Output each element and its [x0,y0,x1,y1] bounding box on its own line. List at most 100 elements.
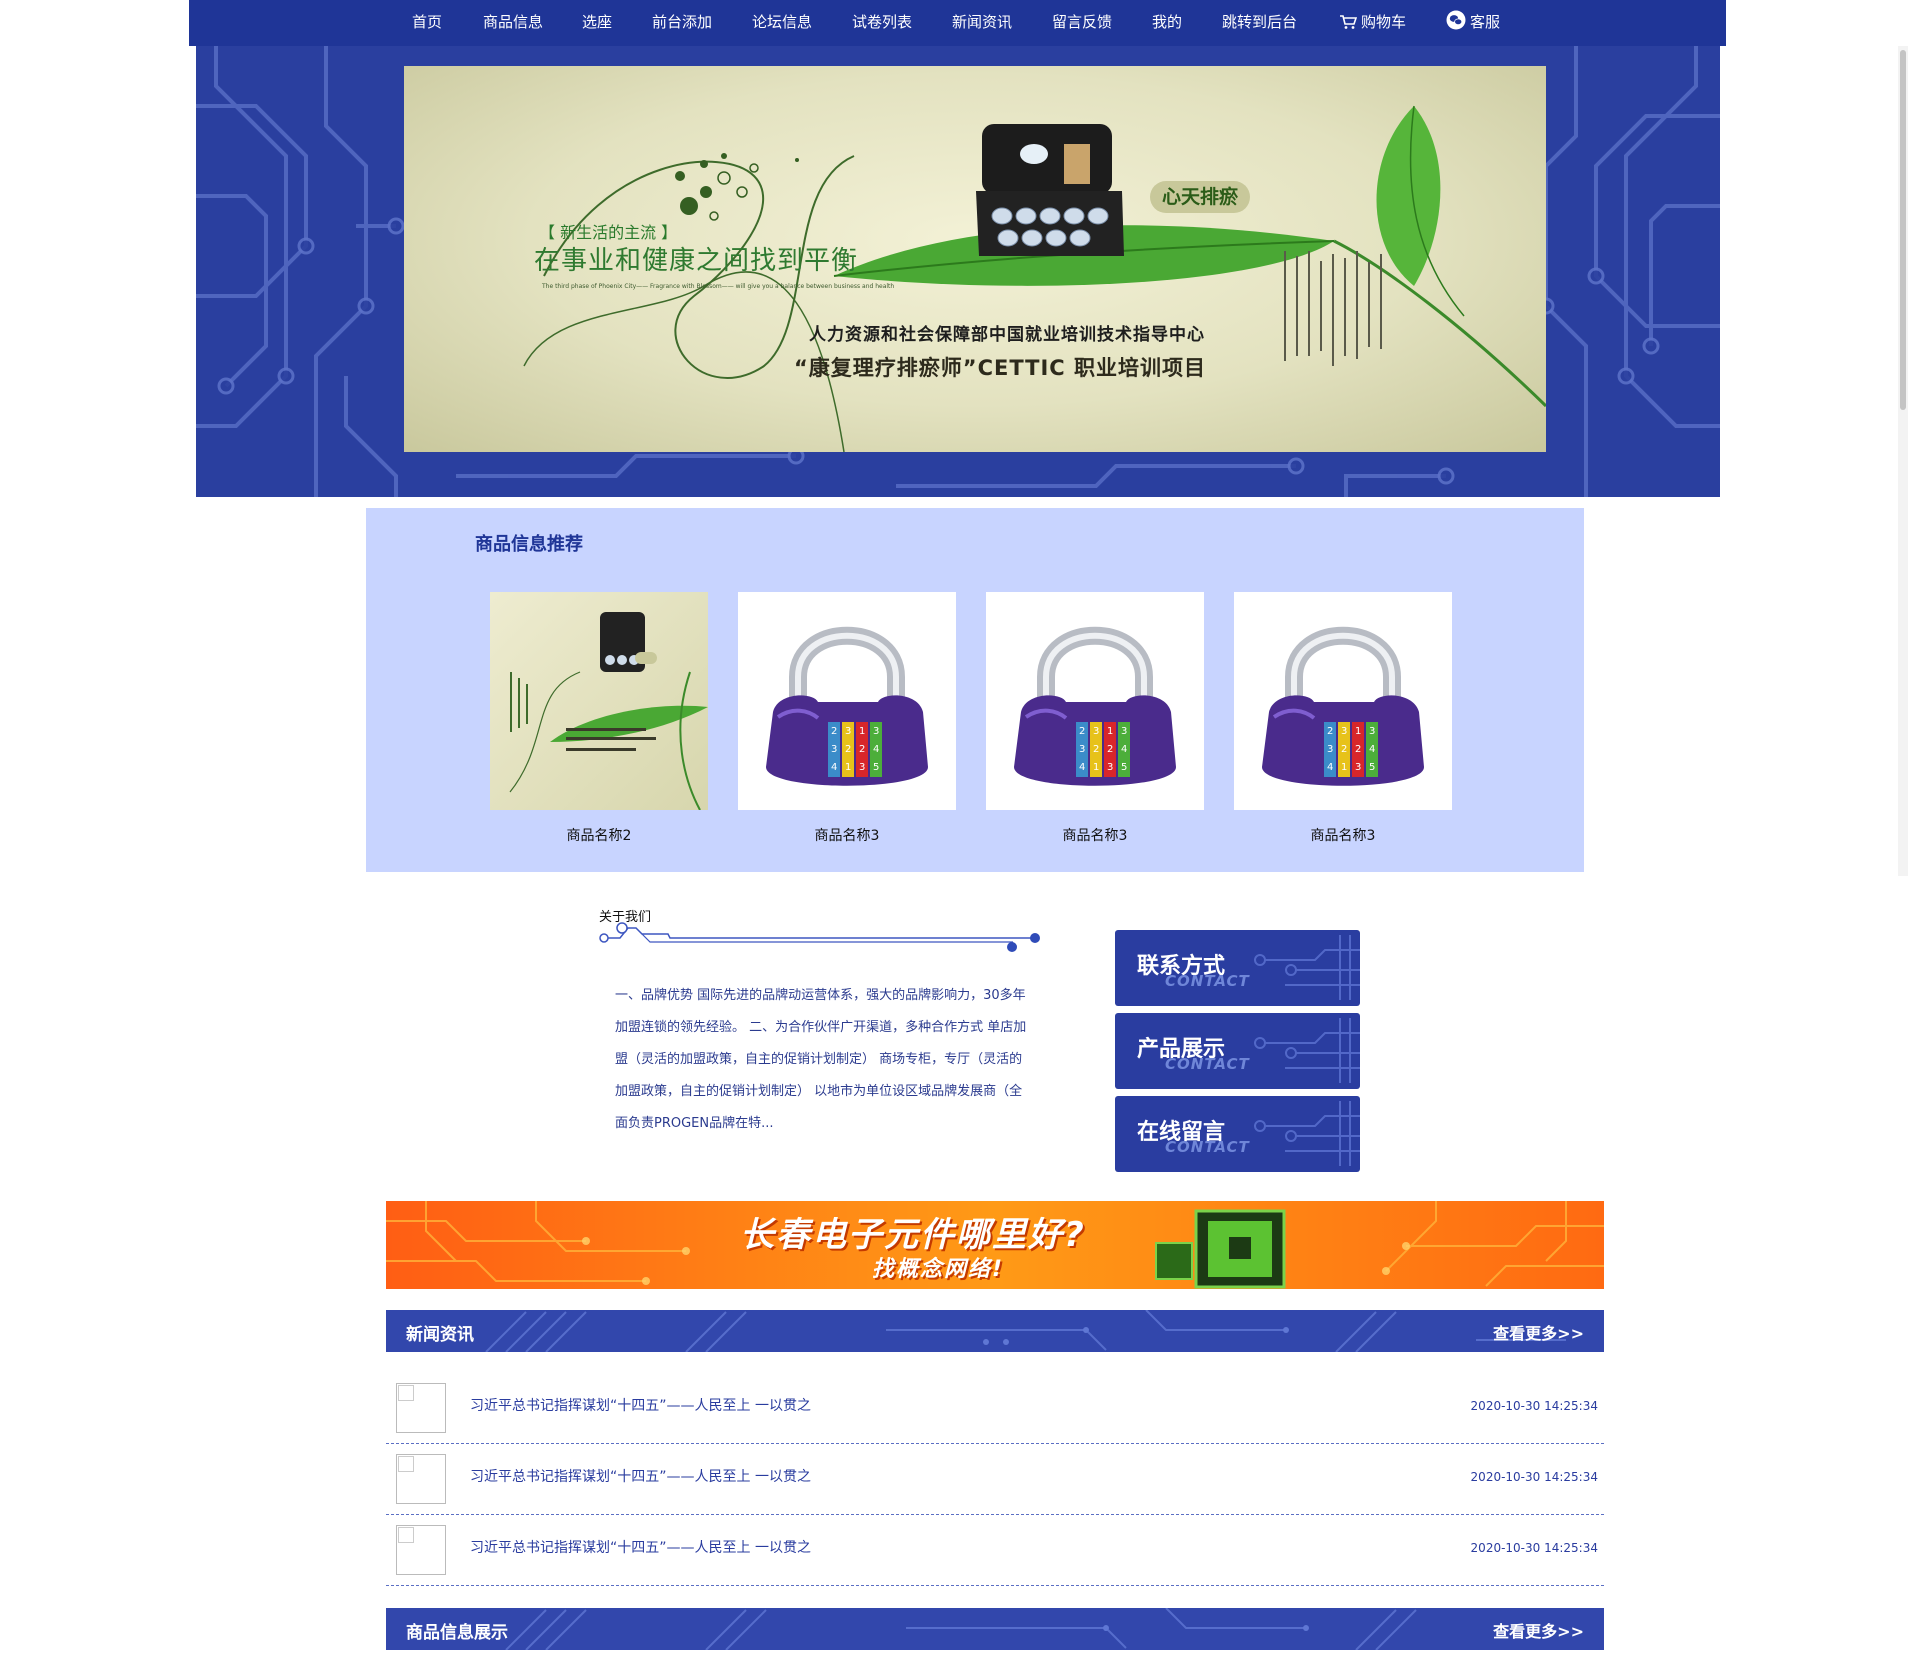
news-thumbnail[interactable] [396,1454,446,1504]
nav-item-admin[interactable]: 跳转到后台 [1222,0,1297,46]
online-message-button[interactable]: 在线留言 CONTACT [1115,1096,1360,1172]
banner-line-1: 人力资源和社会保障部中国就业培训技术指导中心 [809,325,1205,345]
page-scrollbar[interactable] [1898,46,1908,876]
svg-text:1: 1 [1341,762,1347,773]
svg-text:2: 2 [1327,726,1333,737]
svg-text:2: 2 [859,744,865,755]
nav-item-products[interactable]: 商品信息 [483,0,543,46]
contact-button[interactable]: 联系方式 CONTACT [1115,930,1360,1006]
svg-text:2: 2 [1355,744,1361,755]
news-title[interactable]: 习近平总书记指挥谋划“十四五”——人民至上 一以贯之 [470,1537,811,1557]
svg-text:2: 2 [1093,744,1099,755]
svg-text:3: 3 [873,726,879,737]
product-showcase-button[interactable]: 产品展示 CONTACT [1115,1013,1360,1089]
news-title[interactable]: 习近平总书记指挥谋划“十四五”——人民至上 一以贯之 [470,1395,811,1415]
product-image[interactable]: 2313 3224 4135 [986,592,1204,810]
svg-text:4: 4 [1079,762,1085,773]
ad-banner[interactable]: 长春电子元件哪里好? 找概念网络! [386,1201,1604,1289]
hero-banner: 【 新生活的主流 】 在事业和健康之间找到平衡 The third phase … [196,46,1720,497]
nav-item-frontend-add[interactable]: 前台添加 [652,0,712,46]
combination-lock-image: 2313 3224 4135 [766,626,928,786]
ad-headline: 长春电子元件哪里好? [740,1215,1086,1255]
combination-lock-image: 2313 3224 4135 [1262,626,1424,786]
about-text: 一、品牌优势 国际先进的品牌动运营体系，强大的品牌影响力，30多年加盟连锁的领先… [615,988,1027,1131]
svg-text:3: 3 [1079,744,1085,755]
banner-brand: 心天排瘀 [1150,181,1250,213]
product-image[interactable]: 2313 3224 4135 [738,592,956,810]
svg-text:2: 2 [1341,744,1347,755]
products-more-link[interactable]: 查看更多>> [1493,1618,1584,1642]
nav-item-exam-list[interactable]: 试卷列表 [852,0,912,46]
banner-image: 【 新生活的主流 】 在事业和健康之间找到平衡 The third phase … [404,66,1546,452]
banner-product-image [509,612,708,810]
nav-service-label: 客服 [1470,13,1501,31]
svg-text:5: 5 [1121,762,1127,773]
side-button-sublabel: CONTACT [1165,972,1250,990]
scrollbar-thumb[interactable] [1900,50,1906,410]
side-button-sublabel: CONTACT [1165,1138,1250,1156]
svg-text:1: 1 [1355,726,1361,737]
banner-line-2: “康复理疗排瘀师”CETTIC 职业培训项目 [794,356,1207,380]
news-row[interactable]: 习近平总书记指挥谋划“十四五”——人民至上 一以贯之 2020-10-30 14… [386,1444,1604,1515]
product-card[interactable]: 2313 3224 4135 商品名称3 [1234,592,1452,845]
product-name[interactable]: 商品名称2 [490,825,708,845]
recommend-title: 商品信息推荐 [475,534,583,555]
svg-text:3: 3 [1355,762,1361,773]
top-nav: 首页 商品信息 选座 前台添加 论坛信息 试卷列表 新闻资讯 留言反馈 我的 跳… [189,0,1726,46]
news-thumbnail[interactable] [396,1383,446,1433]
banner-slogan: 在事业和健康之间找到平衡 [534,246,859,276]
wechat-icon [1446,10,1466,30]
svg-text:4: 4 [1369,744,1375,755]
svg-text:3: 3 [1107,762,1113,773]
chip-icon [1155,1209,1286,1289]
svg-text:3: 3 [859,762,865,773]
news-thumbnail[interactable] [396,1525,446,1575]
news-date: 2020-10-30 14:25:34 [1470,1399,1598,1413]
svg-text:2: 2 [831,726,837,737]
nav-item-feedback[interactable]: 留言反馈 [1052,0,1112,46]
product-card[interactable]: 2313 3224 4135 商品名称3 [738,592,956,845]
product-card[interactable]: 2313 3224 4135 商品名称3 [986,592,1204,845]
nav-item-home[interactable]: 首页 [412,0,442,46]
news-section-title: 新闻资讯 [406,1325,474,1345]
svg-text:3: 3 [831,744,837,755]
nav-item-seat-selection[interactable]: 选座 [582,0,612,46]
svg-text:3: 3 [1327,744,1333,755]
circuit-pattern [505,1608,1417,1650]
nav-item-mine[interactable]: 我的 [1152,0,1182,46]
combination-lock-image: 2313 3224 4135 [1014,626,1176,786]
svg-text:1: 1 [859,726,865,737]
banner-caption: The third phase of Phoenix City—— Fragra… [542,283,895,290]
svg-text:4: 4 [1121,744,1127,755]
svg-text:4: 4 [873,744,879,755]
product-name[interactable]: 商品名称3 [1234,825,1452,845]
circuit-pattern [485,1310,1566,1352]
products-section-title: 商品信息展示 [406,1623,508,1643]
svg-text:2: 2 [845,744,851,755]
svg-text:3: 3 [1369,726,1375,737]
product-card[interactable]: 商品名称2 [490,592,708,845]
news-date: 2020-10-30 14:25:34 [1470,1470,1598,1484]
nav-item-service[interactable]: 客服 [1446,0,1500,46]
svg-text:2: 2 [1079,726,1085,737]
product-image[interactable] [490,592,708,810]
nav-item-forum[interactable]: 论坛信息 [752,0,812,46]
news-more-link[interactable]: 查看更多>> [1493,1320,1584,1344]
news-header: 新闻资讯 查看更多>> [386,1310,1604,1352]
svg-text:1: 1 [845,762,851,773]
product-image[interactable]: 2313 3224 4135 [1234,592,1452,810]
svg-text:2: 2 [1107,744,1113,755]
product-name[interactable]: 商品名称3 [986,825,1204,845]
news-row[interactable]: 习近平总书记指挥谋划“十四五”——人民至上 一以贯之 2020-10-30 14… [386,1373,1604,1444]
news-title[interactable]: 习近平总书记指挥谋划“十四五”——人民至上 一以贯之 [470,1466,811,1486]
svg-text:3: 3 [1093,726,1099,737]
news-row[interactable]: 习近平总书记指挥谋划“十四五”——人民至上 一以贯之 2020-10-30 14… [386,1515,1604,1586]
products-header: 商品信息展示 查看更多>> [386,1608,1604,1650]
svg-text:5: 5 [1369,762,1375,773]
nav-cart-label: 购物车 [1361,13,1407,31]
product-name[interactable]: 商品名称3 [738,825,956,845]
svg-text:3: 3 [1121,726,1127,737]
nav-item-news[interactable]: 新闻资讯 [952,0,1012,46]
nav-item-cart[interactable]: 购物车 [1339,0,1406,46]
about-title-divider [599,922,1040,952]
